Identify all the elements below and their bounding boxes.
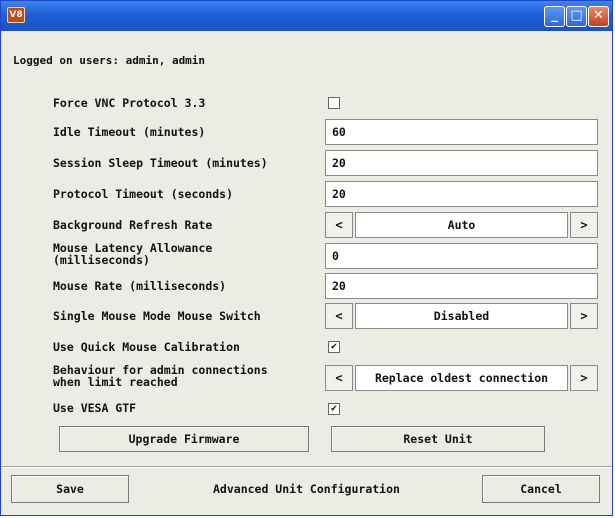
mouse-rate-field[interactable]: 20 bbox=[325, 273, 598, 299]
protocol-timeout-label: Protocol Timeout (seconds) bbox=[53, 187, 234, 201]
bg-refresh-select: < Auto > bbox=[325, 212, 598, 238]
reset-unit-button[interactable]: Reset Unit bbox=[331, 426, 545, 452]
single-mouse-label: Single Mouse Mode Mouse Switch bbox=[53, 309, 261, 323]
force-vnc-label: Force VNC Protocol 3.3 bbox=[53, 96, 206, 110]
bg-refresh-prev-button[interactable]: < bbox=[325, 212, 353, 238]
upgrade-firmware-button[interactable]: Upgrade Firmware bbox=[59, 426, 309, 452]
admin-behaviour-next-button[interactable]: > bbox=[570, 365, 598, 391]
bg-refresh-label: Background Refresh Rate bbox=[53, 218, 213, 232]
close-button[interactable]: ✕ bbox=[588, 6, 609, 27]
mouse-latency-label-line2: (milliseconds) bbox=[53, 253, 150, 267]
single-mouse-select: < Disabled > bbox=[325, 303, 598, 329]
idle-timeout-field[interactable]: 60 bbox=[325, 119, 598, 145]
mouse-rate-label: Mouse Rate (milliseconds) bbox=[53, 279, 227, 293]
app-icon: V8 bbox=[7, 7, 25, 23]
logged-on-users: Logged on users: admin, admin bbox=[13, 54, 206, 67]
config-window: V8 _ □ ✕ Logged on users: admin, admin F… bbox=[0, 0, 613, 516]
mouse-latency-label: Mouse Latency Allowance (milliseconds) bbox=[53, 242, 212, 266]
session-sleep-field[interactable]: 20 bbox=[325, 150, 598, 176]
maximize-button[interactable]: □ bbox=[566, 6, 587, 27]
vesa-gtf-label: Use VESA GTF bbox=[53, 401, 137, 415]
quick-calibration-checkbox[interactable]: ✔ bbox=[328, 341, 340, 353]
admin-behaviour-label: Behaviour for admin connections when lim… bbox=[53, 364, 268, 388]
bg-refresh-next-button[interactable]: > bbox=[570, 212, 598, 238]
mouse-latency-field[interactable]: 0 bbox=[325, 243, 598, 269]
cancel-button[interactable]: Cancel bbox=[482, 475, 600, 503]
protocol-timeout-field[interactable]: 20 bbox=[325, 181, 598, 207]
status-text: Advanced Unit Configuration bbox=[213, 482, 400, 496]
admin-behaviour-label-line2: when limit reached bbox=[53, 375, 178, 389]
minimize-button[interactable]: _ bbox=[544, 6, 565, 27]
admin-behaviour-value: Replace oldest connection bbox=[355, 365, 568, 391]
session-sleep-label: Session Sleep Timeout (minutes) bbox=[53, 156, 268, 170]
force-vnc-checkbox[interactable] bbox=[328, 97, 340, 109]
vesa-gtf-checkbox[interactable]: ✔ bbox=[328, 403, 340, 415]
single-mouse-prev-button[interactable]: < bbox=[325, 303, 353, 329]
admin-behaviour-prev-button[interactable]: < bbox=[325, 365, 353, 391]
title-bar[interactable]: V8 _ □ ✕ bbox=[1, 1, 612, 31]
bg-refresh-value: Auto bbox=[355, 212, 568, 238]
save-button[interactable]: Save bbox=[11, 475, 129, 503]
quick-calibration-label: Use Quick Mouse Calibration bbox=[53, 340, 240, 354]
idle-timeout-label: Idle Timeout (minutes) bbox=[53, 125, 206, 139]
admin-behaviour-select: < Replace oldest connection > bbox=[325, 365, 598, 391]
footer-divider bbox=[1, 466, 612, 468]
single-mouse-next-button[interactable]: > bbox=[570, 303, 598, 329]
single-mouse-value: Disabled bbox=[355, 303, 568, 329]
